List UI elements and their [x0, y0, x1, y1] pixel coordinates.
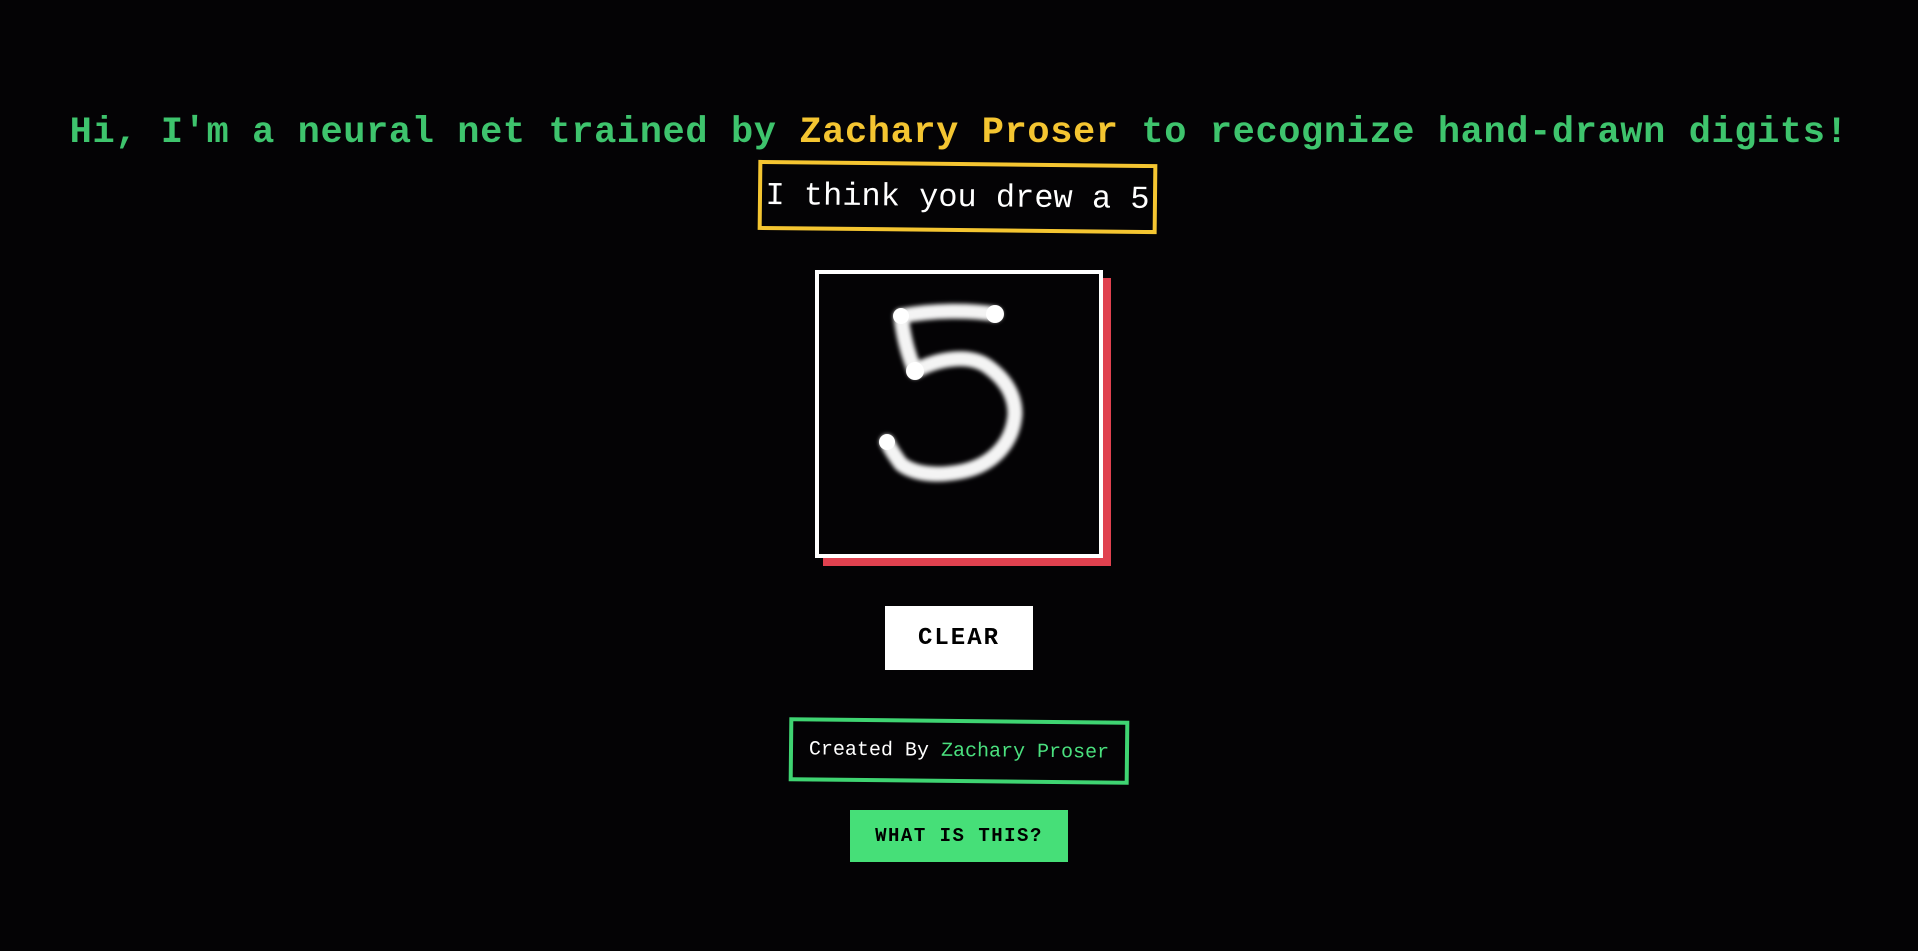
credit-author-link[interactable]: Zachary Proser — [941, 739, 1109, 764]
headline-author: Zachary Proser — [799, 111, 1119, 154]
credit-box: Created By Zachary Proser — [788, 717, 1130, 785]
credit-prefix: Created By — [808, 737, 930, 763]
headline-intro: Hi, I'm a neural net trained by — [69, 111, 800, 154]
headline-outro: to recognize hand-drawn digits! — [1118, 111, 1849, 154]
drawing-canvas[interactable] — [815, 270, 1103, 558]
page-headline: Hi, I'm a neural net trained by Zachary … — [0, 109, 1918, 157]
prediction-text: I think you drew a 5 — [765, 176, 1150, 218]
drawn-digit-stroke — [879, 303, 1023, 482]
prediction-box: I think you drew a 5 — [757, 159, 1158, 235]
clear-button[interactable]: CLEAR — [885, 606, 1033, 670]
what-is-this-button[interactable]: WHAT IS THIS? — [850, 810, 1068, 862]
